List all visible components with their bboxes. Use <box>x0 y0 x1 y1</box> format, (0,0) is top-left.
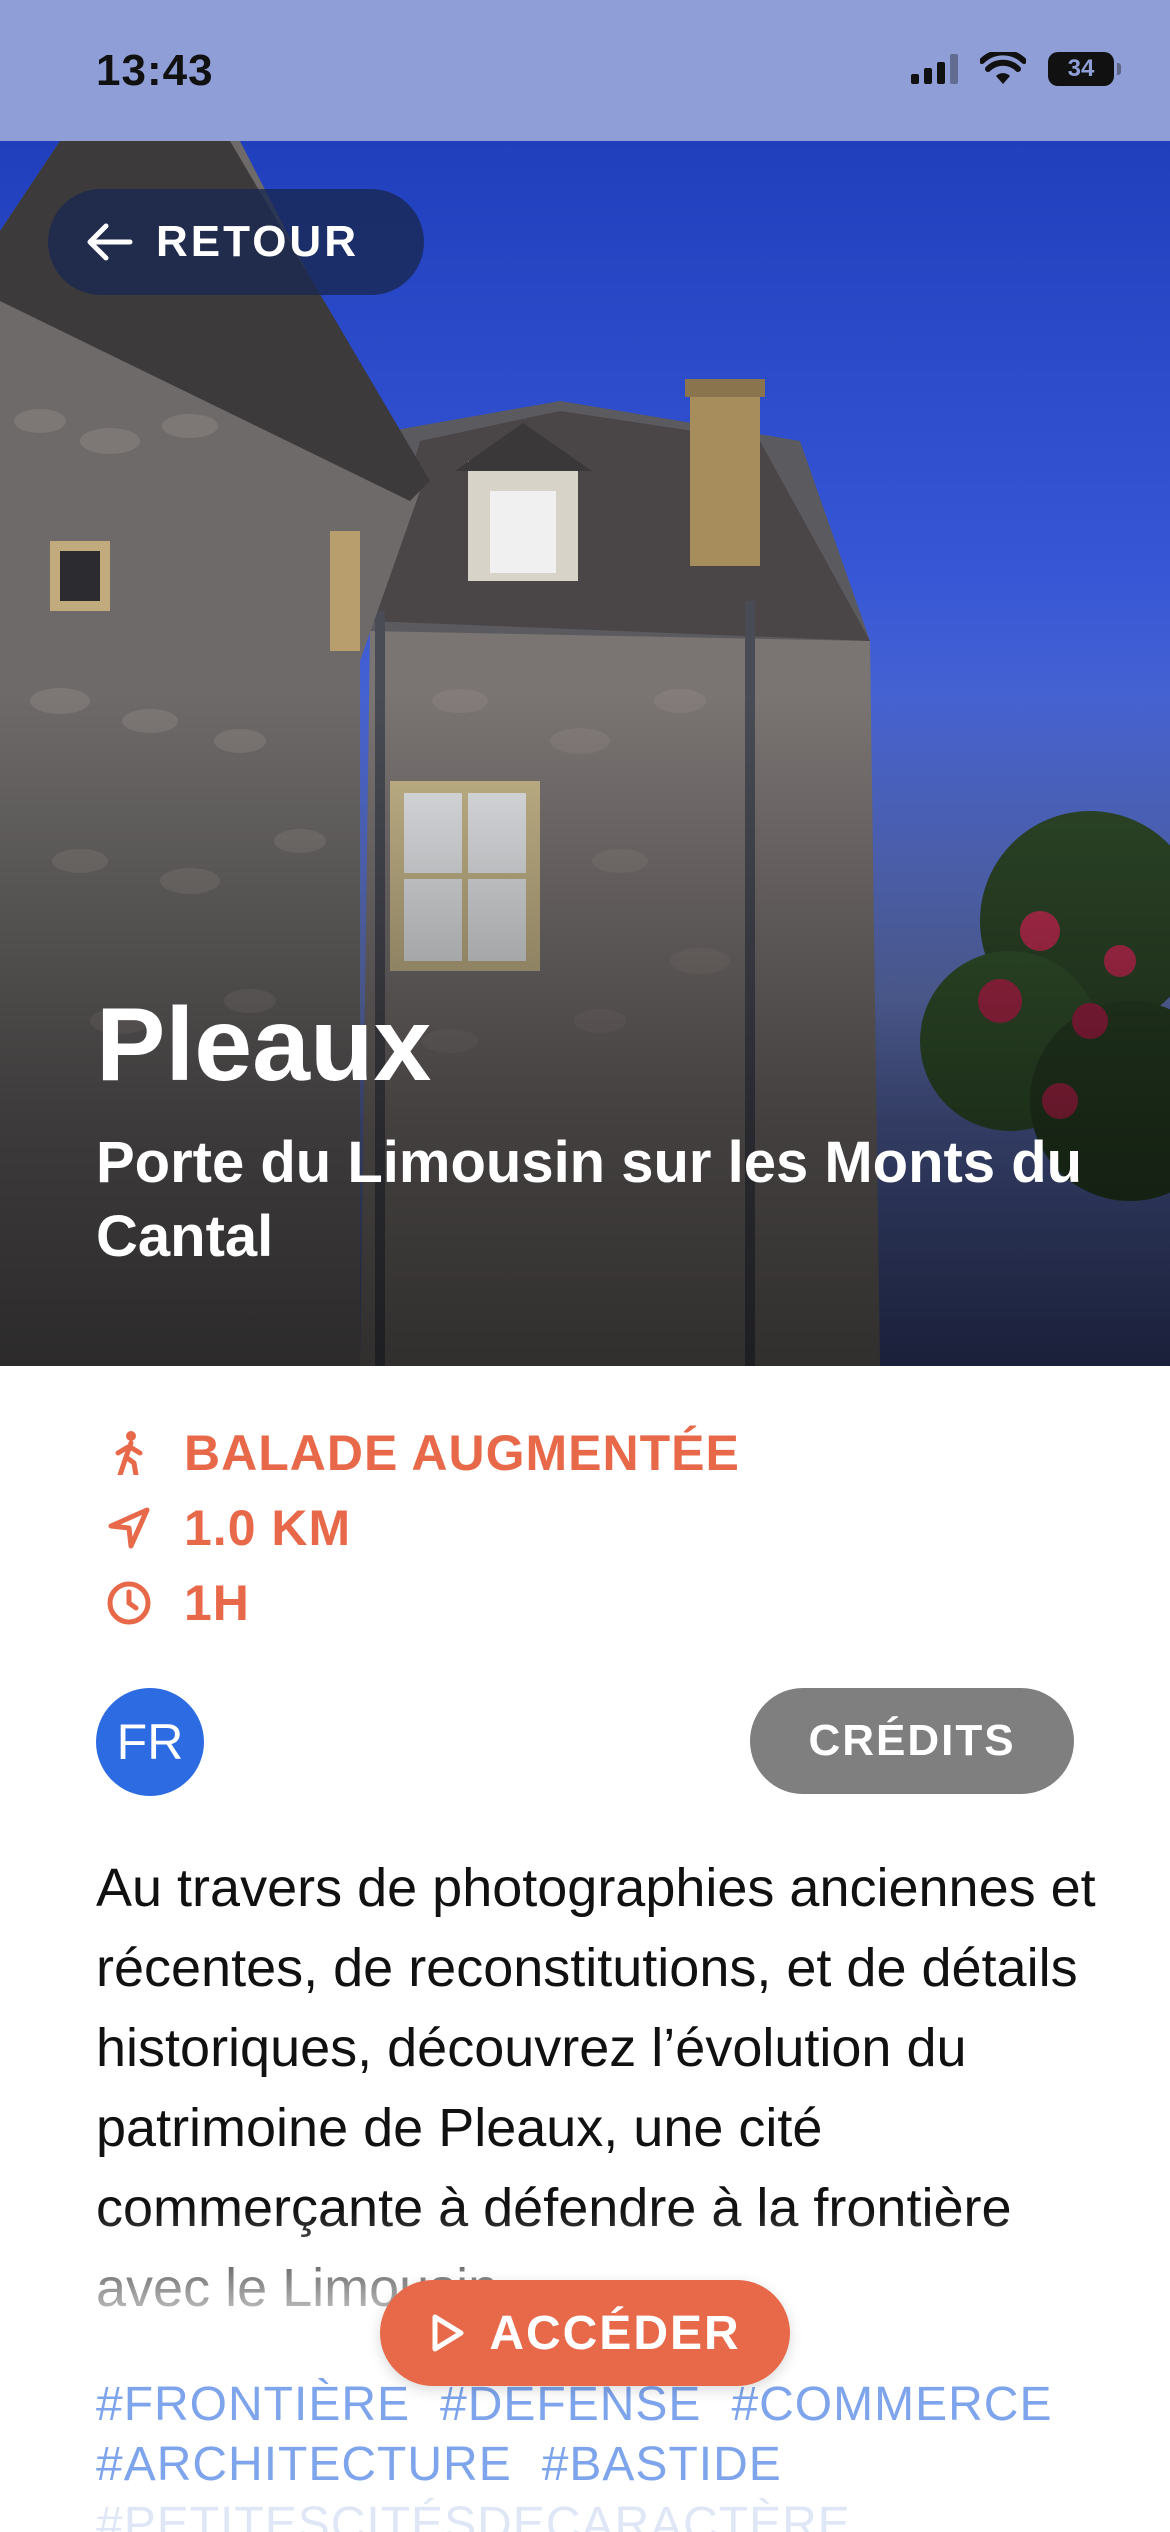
tour-type: BALADE AUGMENTÉE <box>104 1415 740 1490</box>
tour-type-text: BALADE AUGMENTÉE <box>184 1424 740 1481</box>
tag[interactable]: #BASTIDE <box>542 2438 782 2491</box>
access-label: ACCÉDER <box>489 2306 741 2360</box>
tour-duration: 1H <box>104 1565 740 1640</box>
status-icons: 34 <box>911 52 1121 86</box>
tour-duration-text: 1H <box>184 1574 250 1631</box>
hero-banner: RETOUR Pleaux Porte du Limousin sur les … <box>0 141 1170 1366</box>
status-time: 13:43 <box>96 46 214 95</box>
language-button[interactable]: FR <box>96 1688 204 1796</box>
play-icon <box>432 2314 464 2352</box>
tag[interactable]: #COMMERCE <box>731 2378 1052 2431</box>
battery-icon: 34 <box>1048 52 1121 86</box>
cellular-signal-icon <box>911 54 958 84</box>
access-button[interactable]: ACCÉDER <box>380 2280 790 2386</box>
battery-level: 34 <box>1067 55 1095 82</box>
page-title: Pleaux <box>96 987 432 1103</box>
tag[interactable]: #PETITESCITÉSDECARACTÈRE <box>96 2498 851 2532</box>
walker-icon <box>104 1430 154 1475</box>
status-bar: 13:43 34 <box>0 0 1170 141</box>
page-subtitle: Porte du Limousin sur les Monts du Canta… <box>96 1130 1083 1270</box>
wifi-icon <box>980 52 1026 84</box>
back-label: RETOUR <box>156 217 359 266</box>
navigation-arrow-icon <box>104 1506 154 1550</box>
clock-icon <box>104 1580 154 1626</box>
tag[interactable]: #ARCHITECTURE <box>96 2438 512 2491</box>
tour-distance-text: 1.0 KM <box>184 1499 352 1556</box>
tour-distance: 1.0 KM <box>104 1490 740 1565</box>
tour-info: BALADE AUGMENTÉE 1.0 KM 1H <box>104 1415 740 1640</box>
back-button[interactable]: RETOUR <box>48 189 424 295</box>
tag-list: #FRONTIÈRE #DEFENSE #COMMERCE #ARCHITECTUR… <box>96 2375 1136 2532</box>
credits-button[interactable]: CRÉDITS <box>750 1688 1074 1794</box>
tag[interactable]: #FRONTIÈRE <box>96 2378 410 2431</box>
arrow-left-icon <box>87 223 133 261</box>
